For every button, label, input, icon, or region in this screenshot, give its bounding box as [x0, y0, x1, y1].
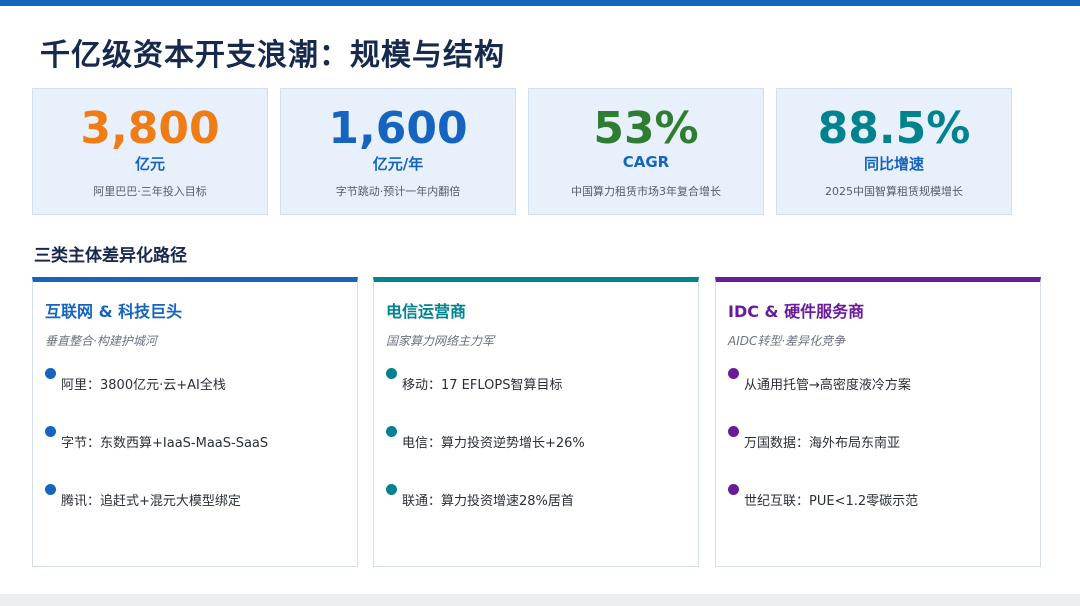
- bullet-dot-icon: [728, 368, 739, 379]
- card-subtitle: 垂直整合·构建护城河: [45, 334, 157, 348]
- list-item-text: 电信：算力投资逆势增长+26%: [402, 436, 585, 451]
- section-title: 三类主体差异化路径: [34, 246, 187, 266]
- list-item: 移动：17 EFLOPS智算目标: [386, 368, 686, 393]
- stat-value: 3,800: [80, 103, 220, 154]
- list-item-text: 万国数据：海外布局东南亚: [744, 436, 901, 451]
- list-item-text: 字节：东数西算+IaaS-MaaS-SaaS: [61, 436, 269, 451]
- list-item: 字节：东数西算+IaaS-MaaS-SaaS: [45, 426, 345, 451]
- top-accent-bar: [0, 0, 1080, 6]
- card-title: 互联网 & 科技巨头: [45, 302, 183, 321]
- list-item-text: 世纪互联：PUE<1.2零碳示范: [744, 494, 919, 509]
- list-item: 联通：算力投资增速28%居首: [386, 484, 686, 509]
- stat-card-bytedance: 1,600 亿元/年 字节跳动·预计一年内翻倍: [280, 88, 516, 215]
- bullet-dot-icon: [45, 368, 56, 379]
- card-title: IDC & 硬件服务商: [728, 302, 865, 321]
- bullet-dot-icon: [386, 484, 397, 495]
- stat-description: 阿里巴巴·三年投入目标: [93, 185, 207, 198]
- stat-description: 中国算力租赁市场3年复合增长: [571, 185, 721, 198]
- bullet-dot-icon: [728, 426, 739, 437]
- page-title: 千亿级资本开支浪潮：规模与结构: [40, 38, 505, 73]
- list-item: 腾讯：追赶式+混元大模型绑定: [45, 484, 345, 509]
- list-item-text: 阿里：3800亿元·云+AI全栈: [61, 378, 226, 393]
- bullet-dot-icon: [386, 368, 397, 379]
- stat-unit: CAGR: [622, 153, 670, 171]
- card-title: 电信运营商: [386, 302, 467, 321]
- list-item: 世纪互联：PUE<1.2零碳示范: [728, 484, 1028, 509]
- stat-unit: 亿元: [134, 155, 165, 173]
- card-subtitle: AIDC转型·差异化竞争: [728, 334, 846, 348]
- stat-value: 1,600: [328, 103, 468, 154]
- bullet-dot-icon: [45, 426, 56, 437]
- list-item: 从通用托管→高密度液冷方案: [728, 368, 1028, 393]
- bottom-bar: [0, 594, 1080, 606]
- stat-card-growth: 88.5% 同比增速 2025中国智算租赁规模增长: [776, 88, 1012, 215]
- stat-description: 2025中国智算租赁规模增长: [825, 185, 963, 198]
- list-item-text: 从通用托管→高密度液冷方案: [744, 378, 911, 393]
- list-item: 阿里：3800亿元·云+AI全栈: [45, 368, 345, 393]
- list-item-text: 腾讯：追赶式+混元大模型绑定: [61, 494, 241, 509]
- list-item-text: 联通：算力投资增速28%居首: [402, 494, 574, 509]
- bullet-dot-icon: [728, 484, 739, 495]
- stat-value: 53%: [593, 103, 699, 154]
- stat-card-cagr: 53% CAGR 中国算力租赁市场3年复合增长: [528, 88, 764, 215]
- stat-value: 88.5%: [817, 103, 971, 154]
- card-internet-giants: 互联网 & 科技巨头 垂直整合·构建护城河 阿里：3800亿元·云+AI全栈 字…: [32, 277, 358, 567]
- list-item-text: 移动：17 EFLOPS智算目标: [402, 378, 563, 393]
- stat-card-alibaba: 3,800 亿元 阿里巴巴·三年投入目标: [32, 88, 268, 215]
- card-telecom-operators: 电信运营商 国家算力网络主力军 移动：17 EFLOPS智算目标 电信：算力投资…: [373, 277, 699, 567]
- stat-description: 字节跳动·预计一年内翻倍: [335, 185, 461, 198]
- list-item: 万国数据：海外布局东南亚: [728, 426, 1028, 451]
- bullet-dot-icon: [45, 484, 56, 495]
- card-subtitle: 国家算力网络主力军: [386, 334, 495, 348]
- card-idc-hardware: IDC & 硬件服务商 AIDC转型·差异化竞争 从通用托管→高密度液冷方案 万…: [715, 277, 1041, 567]
- bullet-dot-icon: [386, 426, 397, 437]
- stat-unit: 同比增速: [863, 155, 924, 173]
- stat-unit: 亿元/年: [372, 155, 424, 173]
- list-item: 电信：算力投资逆势增长+26%: [386, 426, 686, 451]
